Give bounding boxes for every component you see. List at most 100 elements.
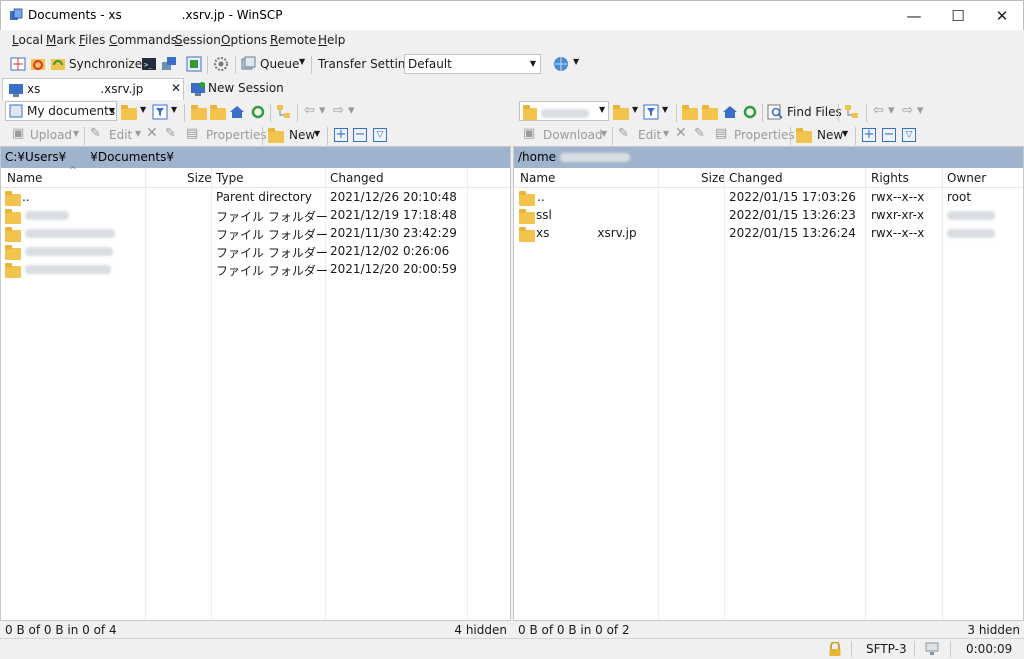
table-row[interactable]: ssl 2022/01/15 13:26:23 rwxr-xr-x: [514, 206, 1023, 224]
download-icon[interactable]: ▣: [523, 126, 535, 141]
filter-dropdown-arrow-icon[interactable]: ▼: [171, 105, 177, 114]
home-icon[interactable]: [229, 104, 245, 120]
filter-files-icon[interactable]: ▽: [373, 128, 387, 142]
filter-icon[interactable]: [152, 104, 168, 120]
site-globe-icon[interactable]: [553, 56, 569, 72]
new-folder-icon[interactable]: [268, 127, 284, 143]
queue-dropdown-arrow-icon[interactable]: ▼: [299, 57, 305, 66]
open-dropdown-arrow-icon[interactable]: ▼: [140, 105, 146, 114]
filter-files-icon[interactable]: ▽: [902, 128, 916, 142]
new-dropdown-arrow-icon[interactable]: ▼: [314, 129, 320, 138]
column-name[interactable]: Name: [520, 171, 555, 185]
putty-icon[interactable]: [161, 56, 177, 72]
maximize-button[interactable]: ☐: [935, 1, 981, 31]
menu-help[interactable]: Help: [318, 33, 345, 47]
edit-icon[interactable]: ✎: [618, 126, 629, 141]
download-dropdown-arrow-icon[interactable]: ▼: [601, 129, 607, 138]
find-files-button[interactable]: Find Files: [787, 105, 842, 119]
left-location-select[interactable]: My documents ▼: [5, 101, 117, 121]
transfer-settings-select[interactable]: Default ▼: [404, 54, 541, 74]
column-owner[interactable]: Owner: [947, 171, 986, 185]
column-changed[interactable]: Changed: [330, 171, 384, 185]
parent-directory-icon[interactable]: [191, 104, 207, 120]
back-arrow-icon[interactable]: ⇦ ▾: [304, 103, 326, 118]
preferences-gear-icon[interactable]: [213, 56, 229, 72]
menu-session[interactable]: Session: [175, 33, 221, 47]
table-row[interactable]: ファイル フォルダー 2021/12/02 0:26:06: [1, 242, 510, 260]
forward-arrow-icon[interactable]: ⇨ ▾: [902, 103, 924, 118]
queue-button[interactable]: Queue: [260, 57, 299, 71]
rename-icon[interactable]: ✎: [165, 126, 176, 141]
new-folder-icon[interactable]: [796, 127, 812, 143]
rename-icon[interactable]: ✎: [694, 126, 705, 141]
column-size[interactable]: Size: [187, 171, 212, 185]
local-hidden-count[interactable]: 4 hidden: [454, 623, 507, 637]
compare-directories-icon[interactable]: [10, 56, 26, 72]
properties-button[interactable]: Properties: [734, 128, 795, 142]
table-row[interactable]: ファイル フォルダー 2021/12/20 20:00:59: [1, 260, 510, 278]
unselect-files-minus-icon[interactable]: −: [882, 128, 896, 142]
synchronize-icon[interactable]: [50, 56, 66, 72]
find-files-icon[interactable]: [767, 104, 783, 120]
parent-directory-icon[interactable]: [682, 104, 698, 120]
edit-dropdown-arrow-icon[interactable]: ▼: [663, 129, 669, 138]
menu-mark[interactable]: Mark: [46, 33, 76, 47]
delete-icon[interactable]: ✕: [146, 125, 158, 141]
open-dropdown-arrow-icon[interactable]: ▼: [632, 105, 638, 114]
upload-button[interactable]: Upload: [30, 128, 72, 142]
menu-options[interactable]: Options: [221, 33, 267, 47]
refresh-icon[interactable]: [742, 104, 758, 120]
menu-local[interactable]: Local: [12, 33, 43, 47]
table-row[interactable]: ファイル フォルダー 2021/11/30 23:42:29: [1, 224, 510, 242]
filter-icon[interactable]: [643, 104, 659, 120]
delete-icon[interactable]: ✕: [675, 125, 687, 141]
open-in-putty-icon[interactable]: [186, 56, 202, 72]
properties-button[interactable]: Properties: [206, 128, 267, 142]
root-directory-icon[interactable]: [702, 104, 718, 120]
unselect-files-minus-icon[interactable]: −: [353, 128, 367, 142]
table-row[interactable]: ファイル フォルダー 2021/12/19 17:18:48: [1, 206, 510, 224]
column-name[interactable]: Name: [7, 171, 42, 185]
edit-button[interactable]: Edit: [638, 128, 661, 142]
local-path-bar[interactable]: C:¥Users¥ ¥Documents¥: [1, 147, 510, 168]
menu-remote[interactable]: Remote: [270, 33, 316, 47]
remote-location-select[interactable]: [519, 101, 609, 121]
minimize-button[interactable]: —: [891, 1, 937, 31]
edit-button[interactable]: Edit: [109, 128, 132, 142]
location-dropdown-arrow-icon[interactable]: ▼: [599, 105, 605, 114]
column-size[interactable]: Size: [701, 171, 726, 185]
console-icon[interactable]: >_: [141, 56, 157, 72]
table-row[interactable]: .. Parent directory 2021/12/26 20:10:48: [1, 188, 510, 206]
edit-icon[interactable]: ✎: [90, 126, 101, 141]
select-files-plus-icon[interactable]: +: [334, 128, 348, 142]
close-tab-icon[interactable]: ✕: [171, 81, 181, 95]
upload-dropdown-arrow-icon[interactable]: ▼: [73, 129, 79, 138]
back-arrow-icon[interactable]: ⇦ ▾: [873, 103, 895, 118]
remote-path-bar[interactable]: /home: [514, 147, 1023, 168]
download-button[interactable]: Download: [543, 128, 603, 142]
table-row[interactable]: .. 2022/01/15 17:03:26 rwx--x--x root: [514, 188, 1023, 206]
properties-icon[interactable]: ▤: [715, 126, 727, 141]
menu-commands[interactable]: Commands: [109, 33, 177, 47]
tree-icon[interactable]: [844, 104, 860, 120]
tree-icon[interactable]: [276, 104, 292, 120]
globe-dropdown-arrow-icon[interactable]: ▼: [573, 57, 579, 66]
table-row[interactable]: xs xsrv.jp 2022/01/15 13:26:24 rwx--x--x: [514, 224, 1023, 242]
root-directory-icon[interactable]: [210, 104, 226, 120]
queue-icon[interactable]: [240, 56, 256, 72]
close-button[interactable]: ✕: [979, 1, 1024, 31]
column-changed[interactable]: Changed: [729, 171, 783, 185]
menu-files[interactable]: Files: [79, 33, 105, 47]
tab-current-session[interactable]: xs .xsrv.jp ✕: [2, 78, 184, 100]
column-type[interactable]: Type: [216, 171, 244, 185]
refresh-icon[interactable]: [250, 104, 266, 120]
open-folder-icon[interactable]: [613, 104, 629, 120]
properties-icon[interactable]: ▤: [186, 126, 198, 141]
open-folder-icon[interactable]: [121, 104, 137, 120]
home-icon[interactable]: [722, 104, 738, 120]
remote-hidden-count[interactable]: 3 hidden: [967, 623, 1020, 637]
new-dropdown-arrow-icon[interactable]: ▼: [842, 129, 848, 138]
tab-new-session[interactable]: New Session: [188, 78, 288, 100]
forward-arrow-icon[interactable]: ⇨ ▾: [333, 103, 355, 118]
upload-icon[interactable]: ▣: [12, 126, 24, 141]
